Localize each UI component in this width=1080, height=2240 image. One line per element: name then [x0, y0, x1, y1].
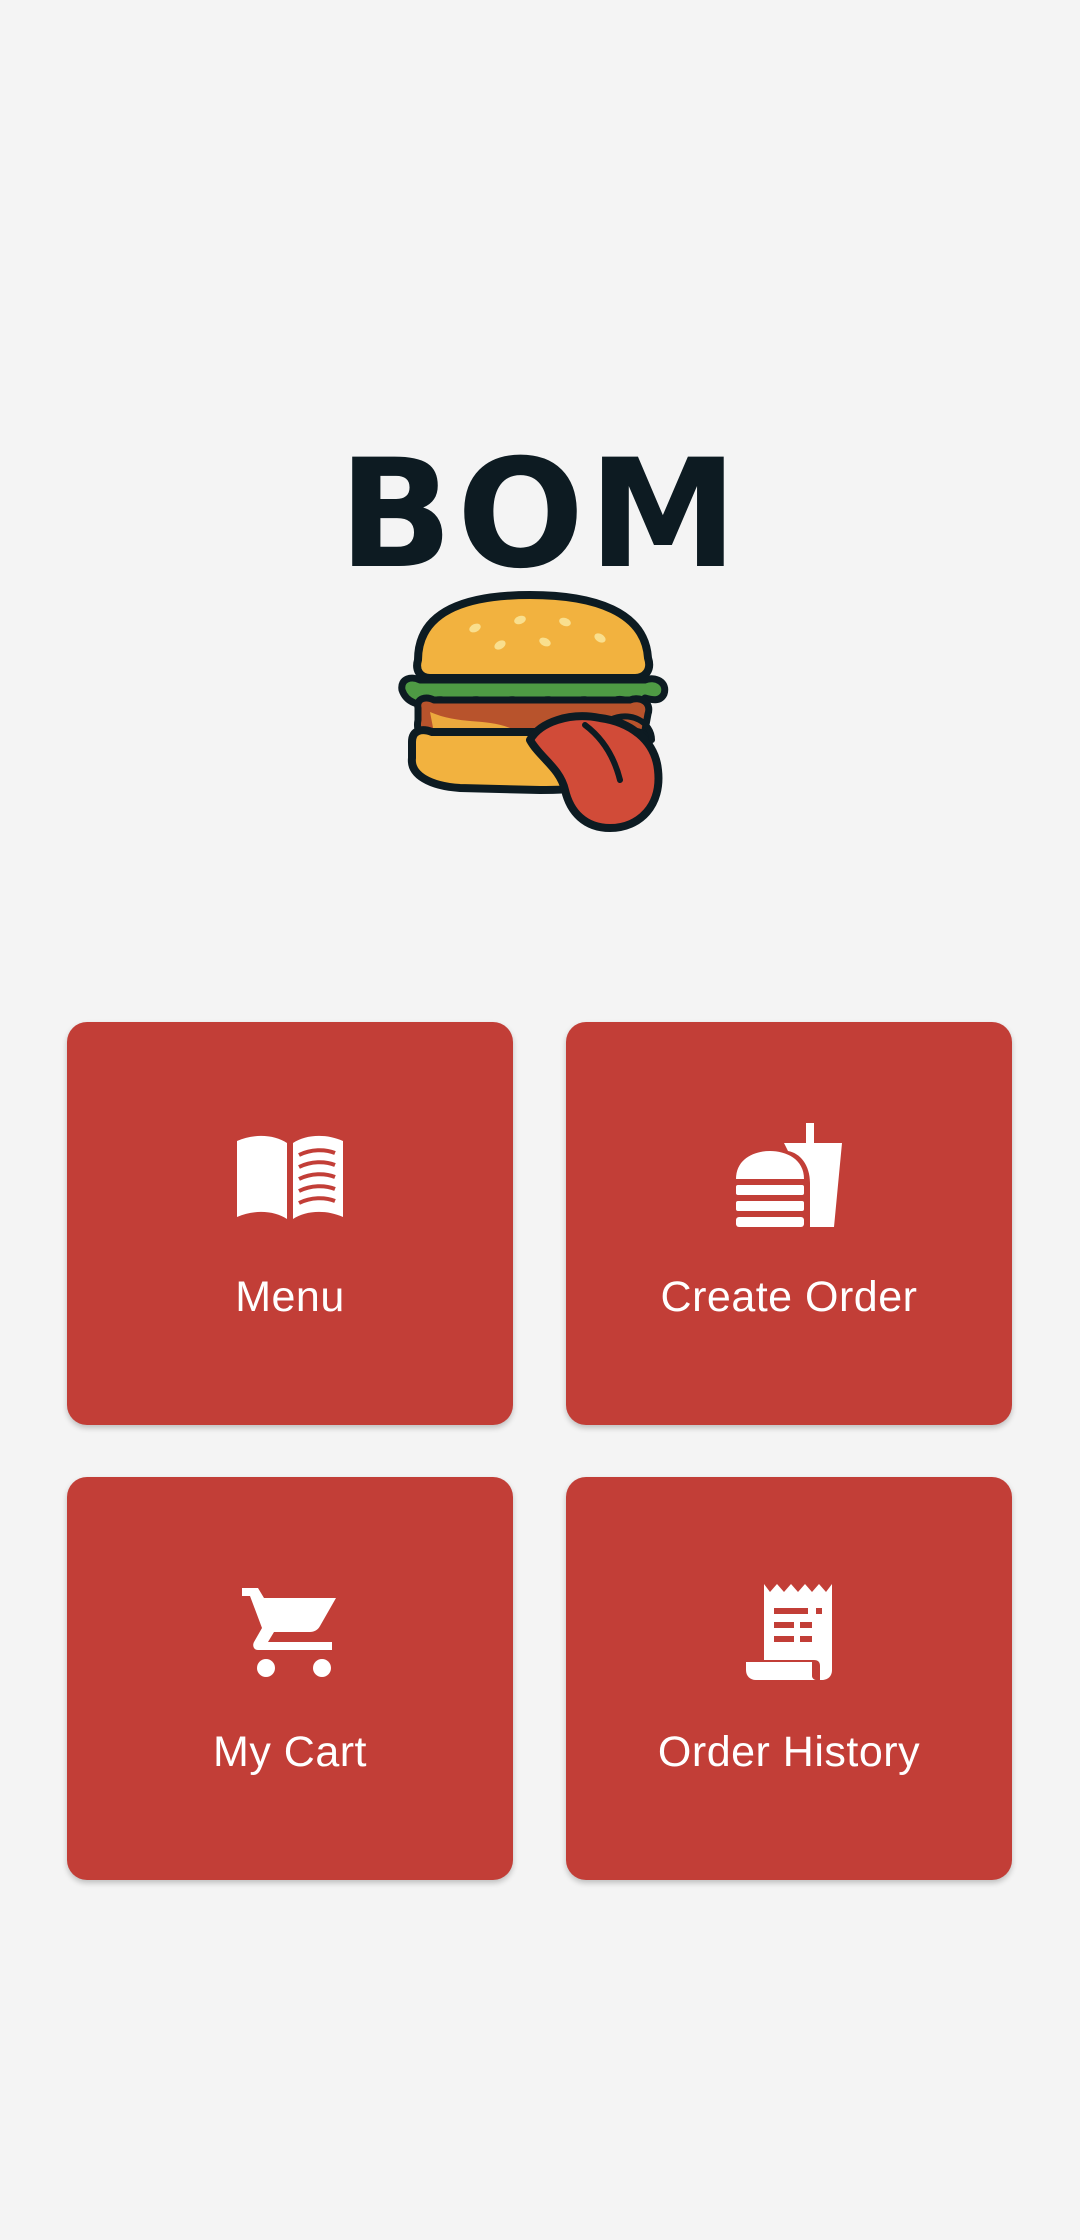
burger-drink-icon [566, 1122, 1012, 1232]
create-order-label: Create Order [660, 1273, 918, 1321]
menu-button[interactable]: Menu [67, 1022, 513, 1425]
logo-wordmark: BOM [338, 428, 742, 602]
open-book-icon [67, 1122, 513, 1232]
receipt-icon [566, 1577, 1012, 1687]
my-cart-label: My Cart [213, 1728, 367, 1776]
shopping-cart-icon [67, 1577, 513, 1687]
app-logo: BOM [0, 0, 1080, 900]
menu-label: Menu [235, 1273, 345, 1321]
create-order-button[interactable]: Create Order [566, 1022, 1012, 1425]
order-history-label: Order History [657, 1728, 921, 1776]
burger-mascot-icon [398, 591, 669, 832]
my-cart-button[interactable]: My Cart [67, 1477, 513, 1880]
order-history-button[interactable]: Order History [566, 1477, 1012, 1880]
